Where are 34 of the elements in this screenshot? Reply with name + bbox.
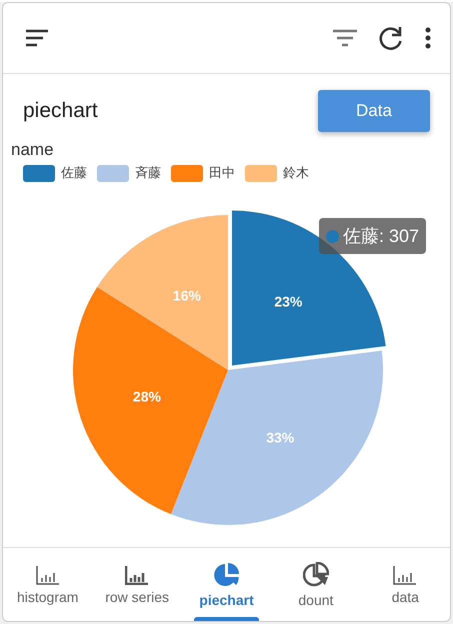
menu-button[interactable]	[25, 29, 49, 47]
refresh-button[interactable]	[378, 25, 404, 51]
legend-title: name	[10, 139, 55, 160]
more-button[interactable]	[424, 27, 432, 49]
bar-chart-icon	[393, 564, 418, 584]
legend-swatch	[23, 164, 55, 182]
legend-swatch	[97, 164, 129, 182]
nav-tab[interactable]: row series	[92, 548, 182, 621]
pie-slice[interactable]	[97, 215, 228, 370]
legend-swatch	[171, 164, 203, 182]
slice-label: 23%	[274, 294, 302, 310]
pie-chart-icon	[214, 562, 240, 588]
nav-tab[interactable]: data	[360, 548, 450, 621]
bar-chart-icon	[125, 564, 150, 584]
nav-tab[interactable]: histogram	[3, 548, 92, 621]
slice-label: 16%	[172, 287, 201, 304]
pie-chart-icon	[302, 562, 329, 588]
pie-slice[interactable]	[73, 286, 228, 514]
legend-swatch	[245, 164, 277, 182]
slice-label: 28%	[132, 388, 161, 404]
nav-tab[interactable]: piechart	[182, 548, 272, 621]
legend-label: 佐藤	[61, 164, 87, 182]
nav-tab[interactable]: dount	[271, 548, 361, 621]
filter-button[interactable]	[332, 29, 358, 47]
pie-slice[interactable]	[170, 350, 383, 525]
chart-title: piechart	[23, 99, 98, 123]
bar-chart-icon	[36, 564, 60, 584]
legend-label: 田中	[209, 164, 235, 182]
legend-label: 鈴木	[283, 164, 309, 182]
legend-label: 斉藤	[135, 164, 161, 182]
tooltip-text: 佐藤: 307	[343, 225, 420, 248]
data-button[interactable]: Data	[318, 90, 430, 132]
slice-label: 33%	[266, 429, 294, 446]
pie-slice[interactable]	[232, 210, 386, 366]
